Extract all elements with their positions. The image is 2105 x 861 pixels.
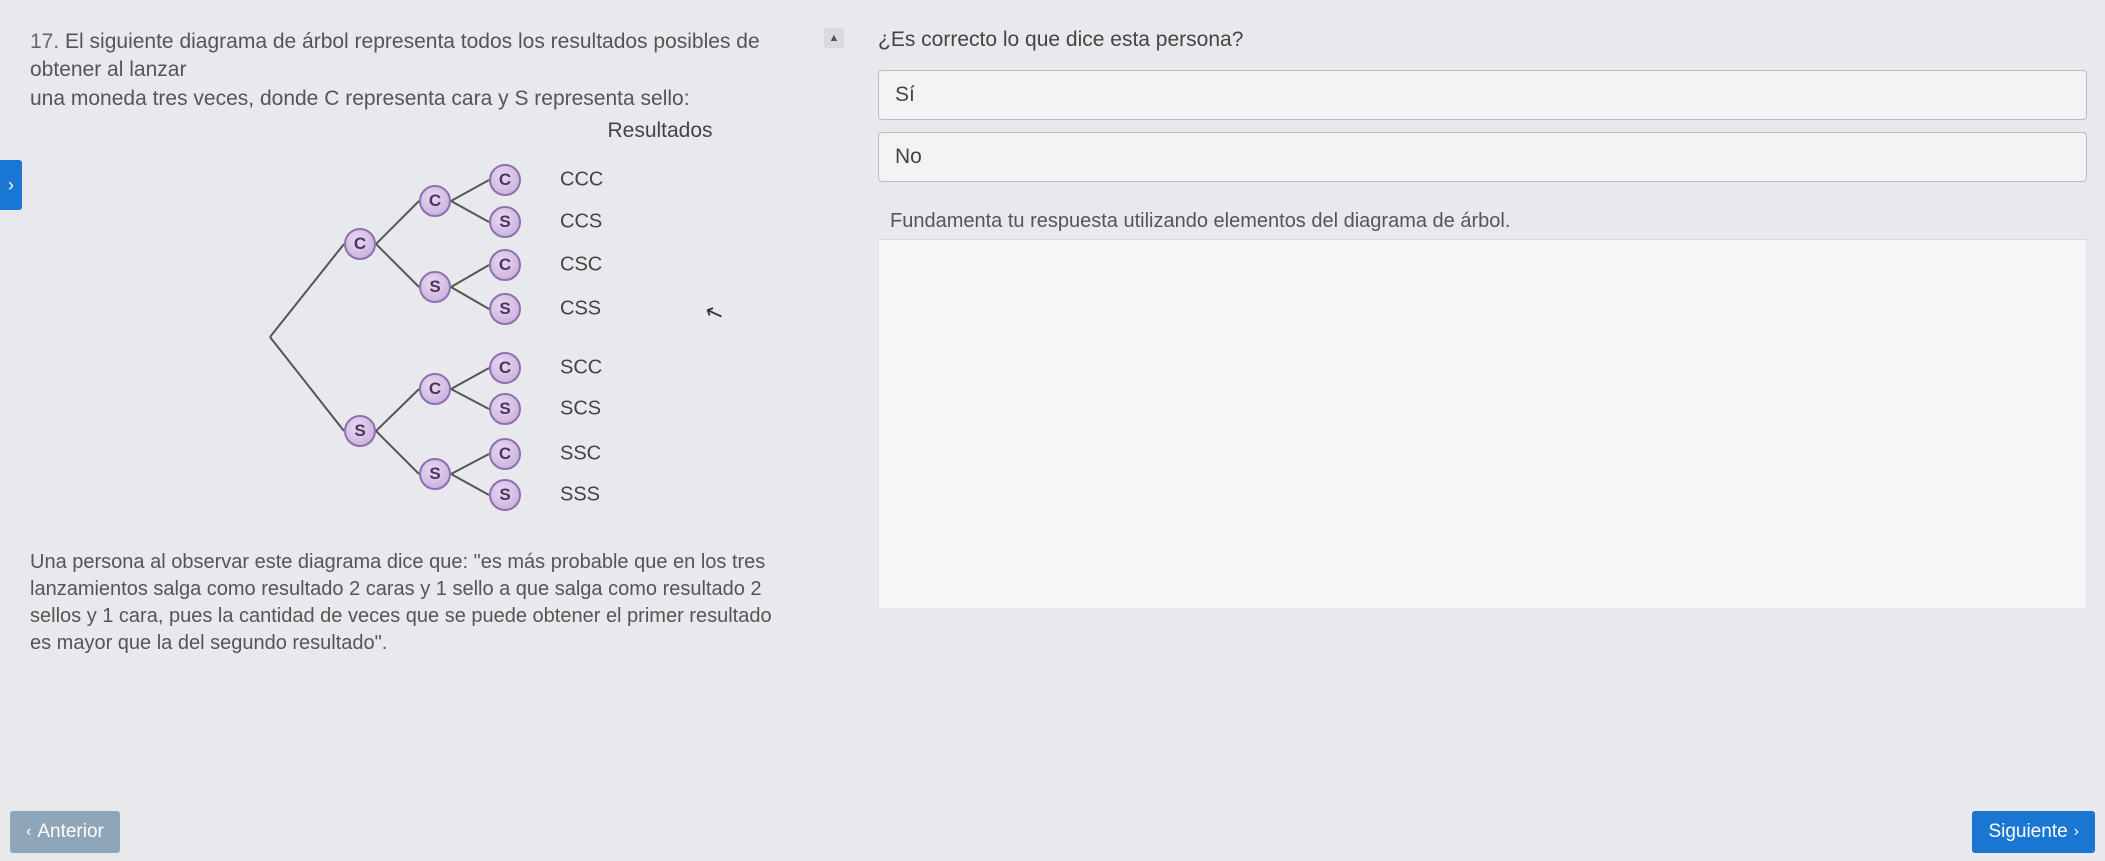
outcome-label: CCS bbox=[560, 211, 602, 234]
question-line1: El siguiente diagrama de árbol represent… bbox=[30, 30, 760, 81]
option-no-label: No bbox=[895, 145, 922, 168]
tree-node-l3-5: S bbox=[489, 393, 521, 425]
tree-node-l2-0: C bbox=[419, 185, 451, 217]
chevron-right-icon: › bbox=[2074, 823, 2079, 841]
tree-node-l1-1: S bbox=[344, 415, 376, 447]
option-no[interactable]: No bbox=[878, 132, 2087, 182]
tree-lines bbox=[230, 149, 830, 519]
tree-node-l1-0: C bbox=[344, 228, 376, 260]
justify-textarea[interactable] bbox=[878, 239, 2087, 609]
question-panel: ▲ 17. El siguiente diagrama de árbol rep… bbox=[0, 0, 860, 861]
outcome-label: CSC bbox=[560, 254, 602, 277]
outcome-label: SCC bbox=[560, 357, 602, 380]
scroll-up-button[interactable]: ▲ bbox=[824, 28, 844, 48]
tree-node-l3-3: S bbox=[489, 293, 521, 325]
option-yes[interactable]: Sí bbox=[878, 70, 2087, 120]
question-number: 17. bbox=[30, 30, 59, 53]
question-text: 17. El siguiente diagrama de árbol repre… bbox=[30, 28, 830, 113]
tree-node-l2-1: S bbox=[419, 271, 451, 303]
question-line2: una moneda tres veces, donde C represent… bbox=[30, 87, 690, 110]
tree-node-l3-6: C bbox=[489, 438, 521, 470]
tree-node-l3-0: C bbox=[489, 164, 521, 196]
justify-label: Fundamenta tu respuesta utilizando eleme… bbox=[890, 210, 2087, 233]
outcome-label: CCC bbox=[560, 169, 603, 192]
tree-node-l3-1: S bbox=[489, 206, 521, 238]
outcome-label: SSS bbox=[560, 484, 600, 507]
tree-node-l2-3: S bbox=[419, 458, 451, 490]
chevron-left-icon: ‹ bbox=[26, 823, 31, 841]
nav-footer: ‹ Anterior Siguiente › bbox=[0, 809, 2105, 861]
tree-node-l3-7: S bbox=[489, 479, 521, 511]
outcome-label: CSS bbox=[560, 298, 601, 321]
caret-up-icon: ▲ bbox=[829, 32, 840, 44]
observation-statement: Una persona al observar este diagrama di… bbox=[30, 549, 790, 657]
prev-button[interactable]: ‹ Anterior bbox=[10, 811, 120, 853]
results-header: Resultados bbox=[490, 119, 830, 143]
tree-node-l3-4: C bbox=[489, 352, 521, 384]
prev-label: Anterior bbox=[37, 821, 104, 843]
tree-node-l3-2: C bbox=[489, 249, 521, 281]
answer-panel: ¿Es correcto lo que dice esta persona? S… bbox=[860, 0, 2105, 861]
answer-prompt: ¿Es correcto lo que dice esta persona? bbox=[878, 28, 2087, 52]
outcome-label: SCS bbox=[560, 398, 601, 421]
tree-diagram: CSCSCSCSCSCSCSCCCCCSCSCCSSSCCSCSSSCSSS bbox=[230, 149, 830, 519]
next-label: Siguiente bbox=[1988, 821, 2067, 843]
main-container: ▲ 17. El siguiente diagrama de árbol rep… bbox=[0, 0, 2105, 861]
tree-node-l2-2: C bbox=[419, 373, 451, 405]
option-yes-label: Sí bbox=[895, 83, 915, 106]
next-button[interactable]: Siguiente › bbox=[1972, 811, 2095, 853]
outcome-label: SSC bbox=[560, 443, 601, 466]
